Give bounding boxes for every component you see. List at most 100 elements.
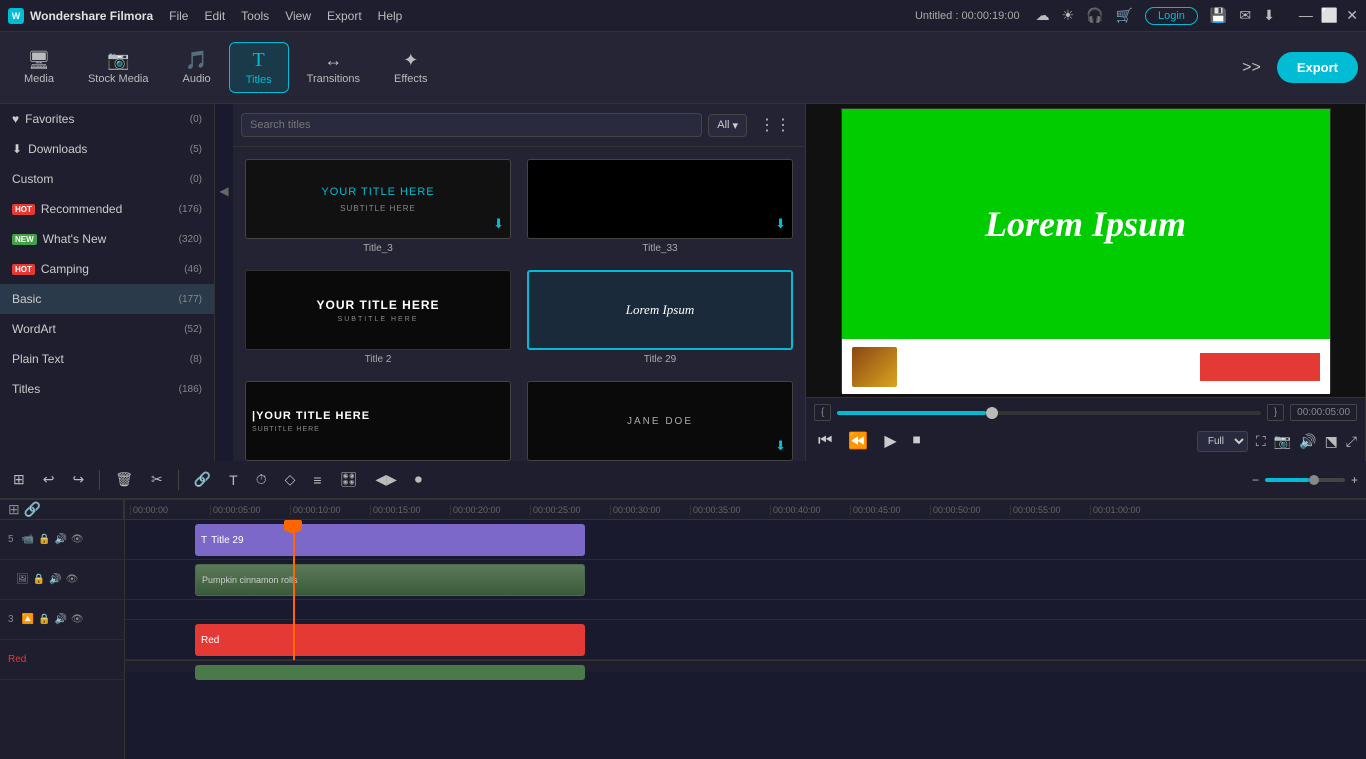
menu-file[interactable]: File (169, 9, 188, 23)
link-tracks-button[interactable]: 🔗 (24, 501, 41, 518)
time-brackets-close: } (1267, 404, 1284, 421)
tool-stock-media[interactable]: 📷 Stock Media (72, 44, 165, 91)
sidebar-item-basic[interactable]: Basic (177) (0, 284, 214, 314)
play-button[interactable]: ▶ (880, 427, 900, 455)
search-input[interactable] (241, 113, 702, 137)
credit5-preview: JANE DOE ⬇ (527, 381, 793, 461)
title-card-title33[interactable]: ⬇ Title_33 (519, 151, 801, 262)
sidebar-item-recommended[interactable]: HOT Recommended (176) (0, 194, 214, 224)
title-card-title29[interactable]: Lorem Ipsum Title 29 (519, 262, 801, 373)
track-lock-icon[interactable]: 🔒 (38, 534, 50, 545)
track-eye-icon[interactable]: 👁 (71, 534, 84, 545)
close-button[interactable]: ✕ (1346, 7, 1358, 24)
track-visibility-icon[interactable]: 📹 (22, 534, 34, 545)
record-button[interactable]: ⏺ (410, 468, 427, 491)
maximize-button[interactable]: ⬜ (1321, 7, 1338, 24)
track-3-lock[interactable]: 🔒 (38, 614, 50, 625)
export-button[interactable]: Export (1277, 52, 1358, 83)
menu-view[interactable]: View (285, 9, 311, 23)
tool-effects[interactable]: ✦ Effects (378, 44, 443, 91)
sidebar-item-plain-text[interactable]: Plain Text (8) (0, 344, 214, 374)
panel-collapse-button[interactable]: ◀ (215, 104, 233, 461)
speed-button[interactable]: ⏱ (251, 468, 272, 491)
download-icon[interactable]: ⬇ (1263, 7, 1275, 24)
minimize-button[interactable]: — (1299, 7, 1313, 24)
stop-button[interactable]: ⏹ (909, 428, 925, 454)
title29-clip[interactable]: T Title 29 (195, 524, 585, 556)
menu-help[interactable]: Help (378, 9, 403, 23)
filter-button[interactable]: ≡ (308, 469, 326, 491)
zoom-out-icon[interactable]: − (1252, 473, 1259, 487)
output-icon[interactable]: ⬔ (1325, 433, 1338, 450)
undo-button[interactable]: ↩ (38, 468, 60, 491)
text-button[interactable]: T (224, 469, 243, 491)
sidebar-item-downloads[interactable]: ⬇ Downloads (5) (0, 134, 214, 164)
sidebar-item-titles[interactable]: Titles (186) (0, 374, 214, 404)
sidebar-item-camping[interactable]: HOT Camping (46) (0, 254, 214, 284)
expand-toolbar-button[interactable]: >> (1236, 53, 1267, 83)
expand-icon[interactable]: ⤢ (1346, 433, 1357, 450)
screenshot-icon[interactable]: 📷 (1274, 433, 1291, 450)
title-card-title3[interactable]: YOUR TITLE HERE SUBTITLE HERE ⬇ Title_3 (237, 151, 519, 262)
title33-download-icon[interactable]: ⬇ (775, 216, 786, 232)
quality-select[interactable]: Full (1197, 431, 1248, 452)
title-card-title2[interactable]: YOUR TITLE HERE SUBTITLE HERE Title 2 (237, 262, 519, 373)
cart-icon[interactable]: 🛒 (1116, 7, 1133, 24)
grid-view-button[interactable]: ⋮⋮ (753, 112, 797, 138)
scene-detect-button[interactable]: ⊞ (8, 468, 30, 491)
red-inner-clip[interactable] (195, 665, 585, 680)
menu-tools[interactable]: Tools (241, 9, 269, 23)
sun-icon[interactable]: ☀ (1062, 7, 1075, 24)
keyframe-button[interactable]: ◇ (280, 468, 301, 491)
track-video-mute[interactable]: 🔊 (49, 574, 61, 585)
link-button[interactable]: 🔗 (189, 468, 216, 491)
credit5-download-icon[interactable]: ⬇ (775, 438, 786, 454)
track-mute-icon[interactable]: 🔊 (54, 534, 66, 545)
headphone-icon[interactable]: 🎧 (1086, 7, 1103, 24)
audio-icon[interactable]: 🔊 (1299, 433, 1316, 450)
sidebar-item-wordart[interactable]: WordArt (52) (0, 314, 214, 344)
zoom-in-icon[interactable]: + (1351, 473, 1358, 487)
progress-thumb[interactable] (986, 407, 998, 419)
menu-edit[interactable]: Edit (204, 9, 225, 23)
login-button[interactable]: Login (1145, 7, 1198, 25)
audio-mix-button[interactable]: 🎛 (335, 468, 363, 491)
cut-button[interactable]: ✂ (146, 468, 168, 491)
tool-audio[interactable]: 🎵 Audio (167, 44, 227, 91)
title-card-credit5[interactable]: JANE DOE ⬇ Credit 5 (519, 373, 801, 461)
track-3-eye[interactable]: 👁 (71, 614, 84, 625)
title-card-title1[interactable]: |YOUR TITLE HERE SUBTITLE HERE Title 1 (237, 373, 519, 461)
progress-track[interactable] (837, 411, 1260, 415)
sidebar-item-whats-new[interactable]: NEW What's New (320) (0, 224, 214, 254)
add-track-button[interactable]: ⊞ (8, 501, 20, 518)
fullscreen-icon[interactable]: ⛶ (1256, 433, 1266, 450)
rewind-button[interactable]: ⏪ (844, 427, 872, 455)
video-clip[interactable]: Pumpkin cinnamon rolls (195, 564, 585, 596)
step-back-button[interactable]: ⏮ (814, 428, 836, 454)
track-video-lock[interactable]: 🔒 (33, 574, 45, 585)
track-video-icon[interactable]: 🖼 (16, 574, 29, 585)
redo-button[interactable]: ↪ (67, 468, 89, 491)
track-label-red: Red (0, 640, 124, 680)
save-icon[interactable]: 💾 (1210, 7, 1227, 24)
tool-media[interactable]: 🖥 Media (8, 44, 70, 91)
transition-button[interactable]: ◀▶ (370, 468, 402, 491)
zoom-track[interactable] (1265, 478, 1345, 482)
filter-dropdown[interactable]: All ▾ (708, 114, 747, 137)
delete-button[interactable]: 🗑 (110, 468, 138, 491)
camping-count: (46) (184, 264, 202, 275)
mail-icon[interactable]: ✉ (1239, 7, 1251, 24)
track-3-icon[interactable]: 🔼 (22, 614, 34, 625)
menu-export[interactable]: Export (327, 9, 362, 23)
timeline-content[interactable]: 00:00:00 00:00:05:00 00:00:10:00 00:00:1… (125, 500, 1366, 759)
sidebar-item-favorites[interactable]: ♥ Favorites (0) (0, 104, 214, 134)
title3-download-icon[interactable]: ⬇ (493, 216, 504, 232)
tool-titles[interactable]: T Titles (229, 42, 289, 93)
sidebar-item-custom[interactable]: Custom (0) (0, 164, 214, 194)
track-video-eye[interactable]: 👁 (66, 574, 79, 585)
tool-transitions[interactable]: ↔ Transitions (291, 44, 376, 91)
cloud-icon[interactable]: ☁ (1036, 7, 1050, 24)
zoom-thumb[interactable] (1309, 475, 1319, 485)
red-clip[interactable]: Red (195, 624, 585, 656)
track-3-mute[interactable]: 🔊 (54, 614, 66, 625)
